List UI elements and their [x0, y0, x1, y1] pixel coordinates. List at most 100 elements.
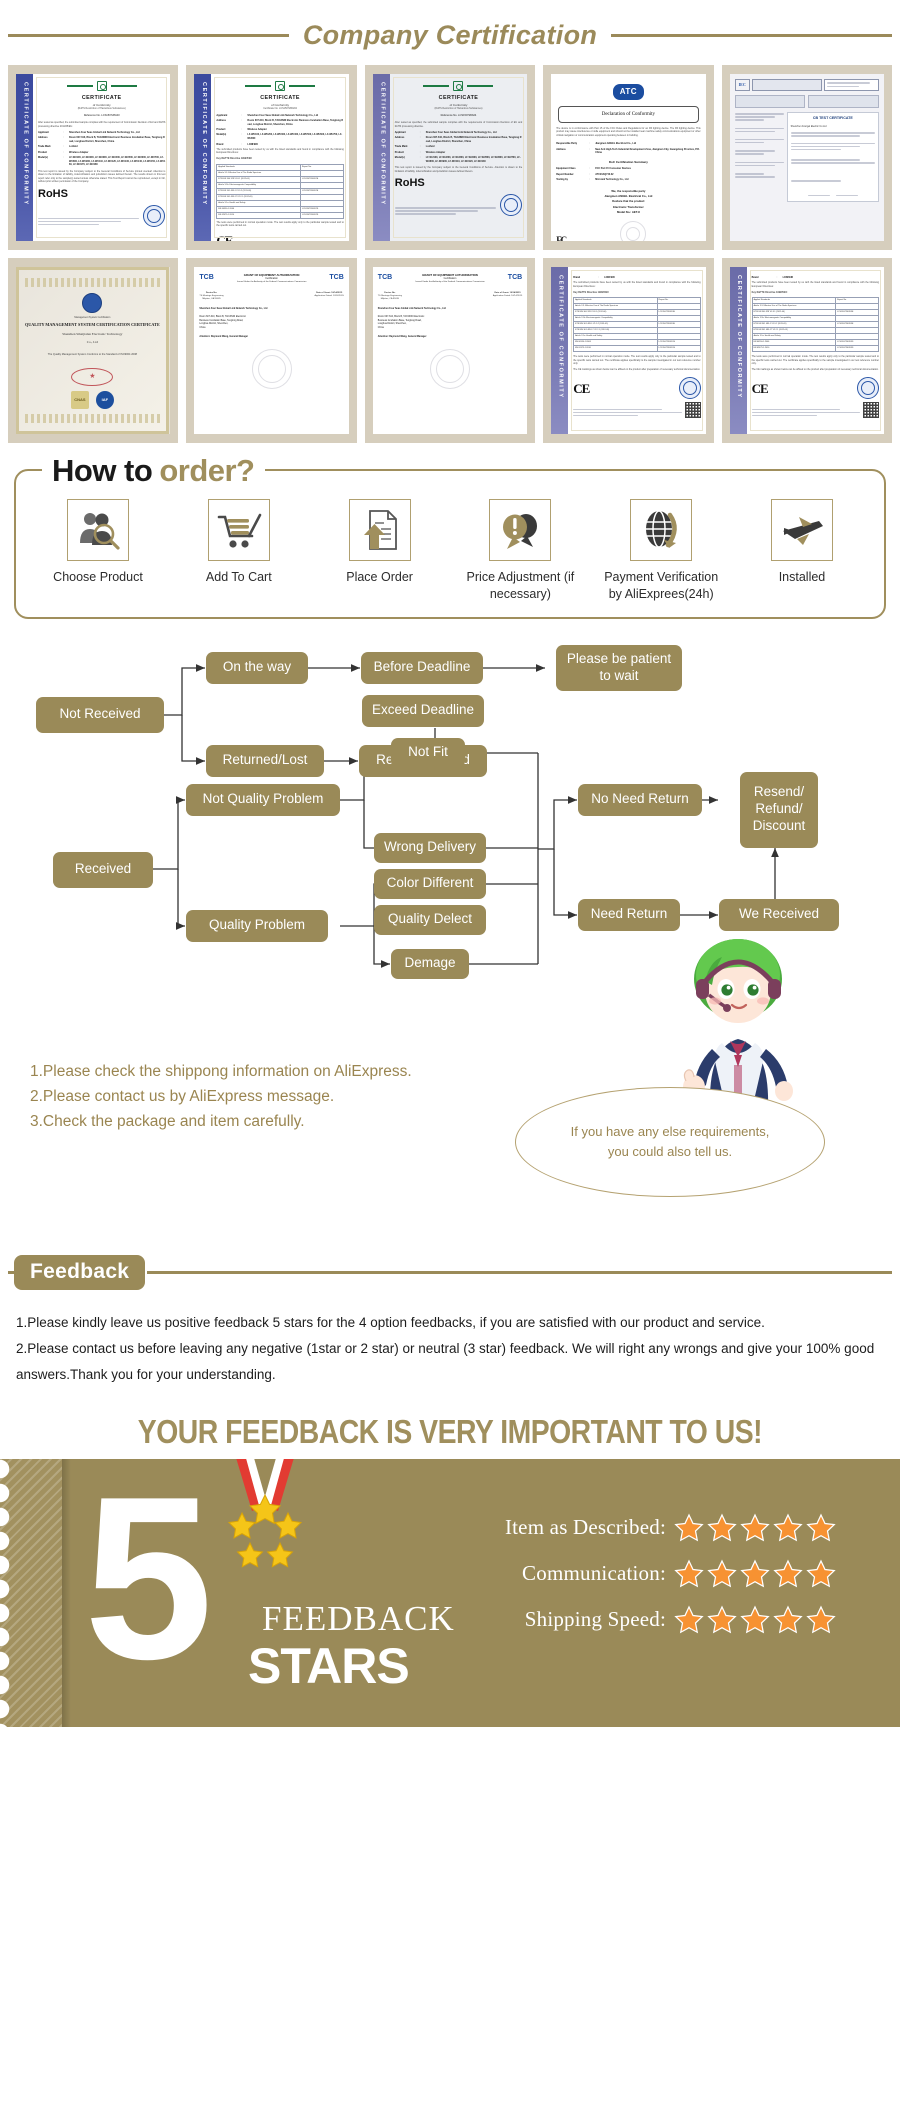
rating-row-communication: Communication:	[470, 1559, 836, 1589]
feedback-word: FEEDBACK	[262, 1598, 455, 1638]
label-equipment-class: Equipment Class	[556, 167, 576, 171]
conformity-band: CERTIFICATE OF CONFORMITY	[194, 74, 212, 241]
value-report-number: ATC20AQ740.02	[595, 172, 614, 176]
order-step-place-order[interactable]: Place Order	[316, 499, 444, 603]
value-attention: Attention: Raymond Wang, General Manager	[199, 335, 249, 338]
person-search-icon	[67, 499, 129, 561]
flow-node-no-need-return[interactable]: No Need Return	[578, 783, 702, 816]
heading-black-part: How to	[52, 453, 153, 488]
star-icon	[773, 1559, 803, 1588]
ornament-band-bottom	[25, 414, 160, 423]
feedback-banner: YOUR FEEDBACK IS VERY IMPORTANT TO US!	[0, 1399, 900, 1459]
page-title: Company Certification	[302, 20, 598, 50]
order-step-price-adjustment[interactable]: Price Adjustment (if necessary)	[456, 499, 584, 603]
rating-label: Communication:	[522, 1561, 666, 1586]
order-step-label: Place Order	[346, 570, 413, 584]
flow-node-before-deadline[interactable]: Before Deadline	[361, 651, 483, 684]
star-icon	[740, 1513, 770, 1542]
certificate-heading: QUALITY MANAGEMENT SYSTEM CERTIFICATION …	[25, 322, 160, 328]
value-grantee: Shenzhen Four Seas Global Link Network T…	[199, 308, 268, 311]
certification-mark-icon	[453, 81, 464, 91]
flow-node-not-received[interactable]: Not Received	[36, 696, 164, 733]
flow-node-need-return[interactable]: Need Return	[578, 898, 680, 931]
certificate-card[interactable]: TCB GRANT OF EQUIPMENT AUTHORIZATION Cer…	[364, 258, 536, 443]
order-step-label: Choose Product	[53, 570, 143, 584]
certificate-card[interactable]: Management System Certification QUALITY …	[8, 258, 179, 443]
rating-label: Item as Described:	[504, 1515, 666, 1540]
flow-node-not-fit[interactable]: Not Fit	[391, 737, 465, 768]
order-step-choose-product[interactable]: Choose Product	[34, 499, 162, 603]
feedback-header: Feedback	[0, 1243, 900, 1296]
certificate-heading: CB TEST CERTIFICATE	[812, 115, 853, 120]
flow-node-wrong-delivery[interactable]: Wrong Delivery	[374, 832, 486, 863]
certification-mark-icon	[96, 81, 107, 91]
flow-node-returned-lost[interactable]: Returned/Lost	[206, 744, 324, 777]
value-grantee: Shenzhen Four Seas Global Link Network T…	[377, 308, 446, 311]
qms-company-suffix: Co., Ltd	[86, 339, 98, 344]
conformity-band: CERTIFICATE OF CONFORMITY	[372, 74, 390, 241]
order-step-add-to-cart[interactable]: Add To Cart	[175, 499, 303, 603]
star-icon	[806, 1605, 836, 1634]
certificate-card[interactable]: CERTIFICATE OF CONFORMITY CERTIFICATE of…	[186, 65, 357, 250]
label-responsible-party: Responsible Party	[556, 142, 578, 146]
heading-gold-part: order?	[159, 453, 255, 488]
accreditation-badges: CNAS IAF	[70, 391, 114, 411]
flow-node-not-quality-problem[interactable]: Not Quality Problem	[186, 783, 340, 816]
flow-node-we-received[interactable]: We Received	[719, 898, 839, 931]
how-to-order-heading: How to order?	[42, 453, 265, 489]
ticket-edge-shadow	[62, 1458, 71, 1727]
certificate-heading: Declaration of Conformity	[601, 111, 656, 117]
tcb-logo-icon: TCB	[377, 274, 393, 281]
star-icon	[806, 1513, 836, 1542]
star-icon	[674, 1605, 704, 1634]
flow-node-received[interactable]: Received	[53, 851, 153, 888]
shopping-cart-icon	[207, 499, 270, 561]
feedback-rule-right	[147, 1270, 892, 1274]
star-icon	[707, 1605, 737, 1634]
certificate-card[interactable]: TCB GRANT OF EQUIPMENT AUTHORIZATION Cer…	[186, 258, 357, 443]
qms-standard: The Quality Management System Conforms t…	[47, 353, 137, 357]
atc-logo-icon: ATC	[612, 84, 645, 100]
value-applicant: Shenzhen Fourgel Electric Co Ltd	[790, 125, 827, 128]
star-icon	[740, 1605, 770, 1634]
certificate-card[interactable]: IEC CB TEST CERTIFICATE Shenzhen Fourgel…	[721, 65, 892, 250]
order-step-payment-verification[interactable]: Payment Verification by AliExprees(24h)	[597, 499, 725, 603]
ticket-scallop-mask	[0, 1458, 16, 1727]
order-steps: Choose Product Add To Cart Place Order P…	[28, 481, 872, 603]
order-step-label: Add To Cart	[205, 570, 272, 584]
certificate-card[interactable]: CERTIFICATE OF CONFORMITY Brand: LONFEID …	[721, 258, 892, 443]
star-icon	[806, 1559, 836, 1588]
certificate-card[interactable]: CERTIFICATE OF CONFORMITY CERTIFICATE of…	[364, 65, 536, 250]
star-icon	[740, 1559, 770, 1588]
company-certification-header: Company Certification	[0, 0, 900, 65]
certificate-grid: CERTIFICATE OF CONFORMITY CERTIFICATE of…	[0, 65, 900, 453]
fcc-mark-icon: FC	[556, 235, 567, 241]
conformity-band: CERTIFICATE OF CONFORMITY	[551, 267, 569, 434]
flow-node-color-different[interactable]: Color Different	[374, 868, 486, 899]
rating-stars	[674, 1605, 836, 1635]
flow-node-exceed-deadline[interactable]: Exceed Deadline	[362, 694, 484, 727]
value-address: New Anti High-Tech Industrial Developmen…	[595, 147, 700, 155]
star-icon	[773, 1513, 803, 1542]
flow-node-quality-delect[interactable]: Quality Delect	[374, 904, 486, 935]
flow-node-please-wait[interactable]: Please be patient to wait	[556, 644, 682, 691]
certificate-card[interactable]: ATC Declaration of Conformity The device…	[543, 65, 714, 250]
certificate-card[interactable]: CERTIFICATE OF CONFORMITY Brand: LONFEID …	[543, 258, 714, 443]
flow-node-quality-problem[interactable]: Quality Problem	[186, 909, 328, 942]
flow-node-resend-refund-discount[interactable]: Resend/ Refund/ Discount	[740, 771, 818, 848]
qr-code-icon	[862, 401, 879, 418]
star-icon	[707, 1513, 737, 1542]
speech-bubble: If you have any else requirements, you c…	[515, 1086, 825, 1197]
shipping-notes-section: 1.Please check the shippong information …	[0, 938, 900, 1243]
qr-code-icon	[684, 401, 701, 418]
feedback-badge: Feedback	[14, 1254, 146, 1290]
value-attention: Attention: Raymond Wang, General Manager	[377, 335, 427, 338]
label-report-number: Report Number	[556, 172, 574, 176]
flow-node-on-the-way[interactable]: On the way	[206, 651, 308, 684]
flow-node-demage[interactable]: Demage	[391, 948, 469, 979]
tcb-logo-icon-right: TCB	[329, 274, 344, 281]
feedback-paragraph-1: 1.Please kindly leave us positive feedba…	[16, 1314, 765, 1330]
certificate-card[interactable]: CERTIFICATE OF CONFORMITY CERTIFICATE of…	[8, 65, 179, 250]
order-step-installed[interactable]: Installed	[738, 499, 866, 603]
globe-arrow-icon	[630, 499, 693, 561]
